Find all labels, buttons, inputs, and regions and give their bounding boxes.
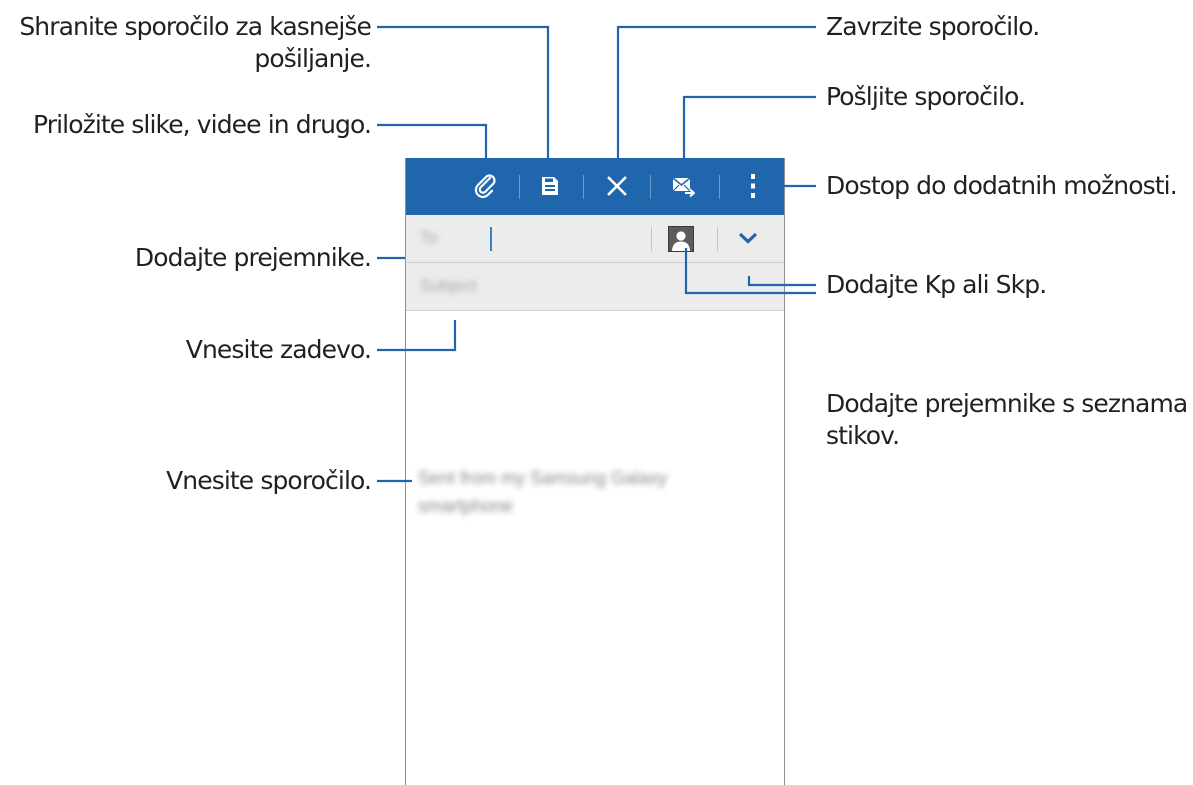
attach-leader-line bbox=[377, 123, 488, 173]
subject-leader-line bbox=[377, 320, 457, 352]
send-leader-line bbox=[682, 95, 816, 167]
recipients-callout: Dodajte prejemnike. bbox=[134, 243, 372, 272]
discard-leader-line bbox=[616, 25, 816, 173]
contacts-leader-line bbox=[684, 248, 816, 295]
attach-callout: Priložite slike, videe in drugo. bbox=[33, 110, 372, 139]
send-callout: Pošljite sporočilo. bbox=[826, 82, 1026, 111]
contacts-callout-line-1: Dodajte prejemnike s seznama bbox=[826, 389, 1188, 418]
subject-callout: Vnesite zadevo. bbox=[185, 335, 372, 364]
save-callout-line-1: Shranite sporočilo za kasnejše bbox=[19, 12, 372, 41]
save-callout: Shranite sporočilo za kasnejše pošiljanj… bbox=[19, 11, 372, 75]
contacts-callout-line-2: stikov. bbox=[826, 421, 900, 450]
cc-bcc-callout: Dodajte Kp ali Skp. bbox=[826, 270, 1047, 299]
contacts-callout: Dodajte prejemnike s seznama stikov. bbox=[826, 388, 1188, 452]
more-options-callout: Dostop do dodatnih možnosti. bbox=[826, 171, 1178, 200]
cc-bcc-leader-line bbox=[747, 276, 816, 287]
message-callout: Vnesite sporočilo. bbox=[166, 466, 372, 495]
save-callout-line-2: pošiljanje. bbox=[254, 44, 371, 73]
save-leader-line bbox=[377, 25, 550, 173]
discard-callout: Zavrzite sporočilo. bbox=[826, 12, 1040, 41]
